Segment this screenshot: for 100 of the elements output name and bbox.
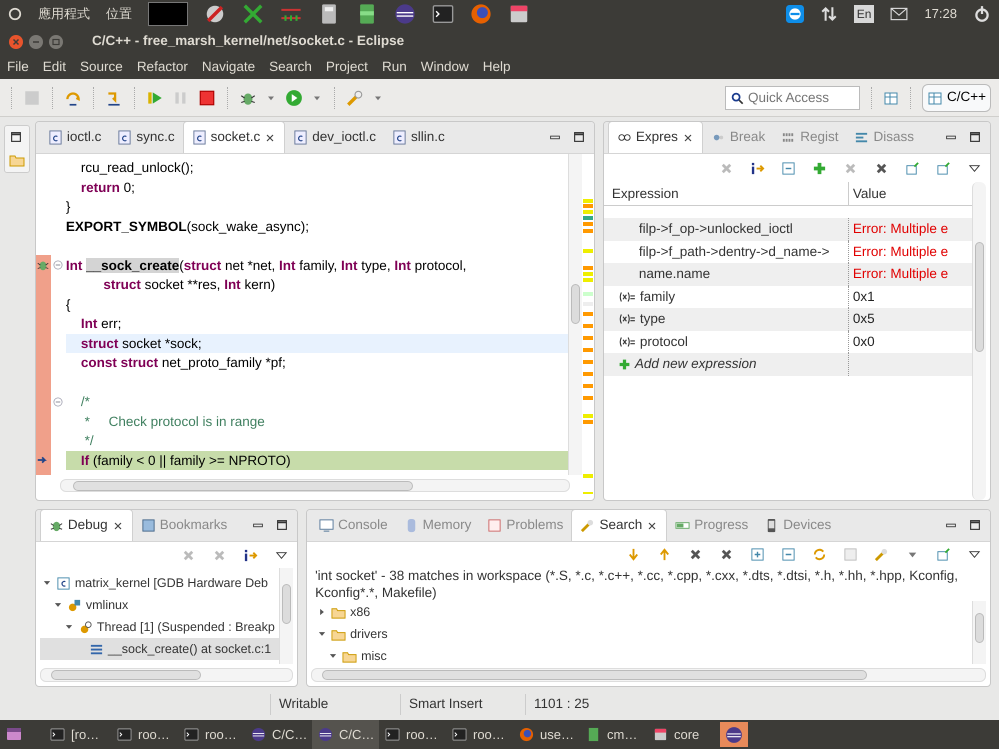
remove-icon[interactable] [688,547,703,562]
menu-item[interactable]: Run [374,56,414,78]
taskbar-button[interactable]: C/C… [245,720,312,749]
tree-item[interactable]: x86 [315,601,972,623]
maximize-icon[interactable] [968,518,982,532]
external-tools-icon[interactable] [346,88,364,106]
quick-access-field[interactable]: Quick Access [724,86,860,110]
menu-item[interactable]: Source [73,56,130,78]
tab[interactable]: Expres [608,122,703,153]
tab[interactable]: Debug [40,510,133,541]
tree-item[interactable]: drivers [315,623,972,645]
vertical-scrollbar[interactable] [568,154,582,475]
clock[interactable]: 17:28 [924,4,957,24]
menu-item[interactable]: Refactor [130,56,195,78]
keyboard-layout-indicator[interactable]: En [854,5,874,23]
menu-item[interactable]: Edit [36,56,74,78]
tab[interactable]: sllin.c [384,122,453,153]
menu-item[interactable]: Navigate [194,56,262,78]
network-icon[interactable] [820,5,838,23]
open-perspective-icon[interactable] [882,90,899,106]
files-icon[interactable] [508,3,530,25]
fold-icon[interactable] [52,259,64,272]
code-line: } [66,198,72,216]
close-icon[interactable] [682,132,694,144]
eclipse-launcher-button[interactable] [720,722,748,747]
pin-icon[interactable] [936,160,951,176]
add-icon[interactable] [812,160,827,176]
tree-item[interactable]: Thread [1] (Suspended : Breakp [40,616,280,638]
code-line: */ [84,432,95,450]
fold-icon[interactable] [52,396,64,408]
taskbar-button[interactable]: [ro… [44,720,111,749]
tab[interactable]: Search [571,510,668,541]
column-header[interactable]: Value [848,182,886,205]
tab[interactable]: dev_ioctl.c [285,122,384,153]
tab[interactable]: socket.c [182,122,286,153]
close-icon[interactable] [112,520,124,532]
horizontal-scrollbar[interactable] [60,478,570,492]
apps-menu[interactable]: 應用程式 [38,4,90,24]
maximize-icon[interactable] [572,130,586,144]
horizontal-scrollbar[interactable] [40,668,294,682]
restore-icon[interactable] [9,130,24,144]
vertical-scrollbar[interactable] [279,568,294,664]
taskbar-button[interactable]: use… [513,720,580,749]
pin-icon[interactable] [936,547,951,562]
tab[interactable]: ioctl.c [40,122,110,153]
mail-icon[interactable] [890,5,908,23]
stop-icon[interactable] [198,88,216,106]
maximize-icon[interactable] [968,130,982,144]
refresh-icon[interactable] [812,547,827,562]
taskbar-button[interactable]: roo… [446,720,513,749]
menu-item[interactable]: File [0,56,36,78]
menu-item[interactable]: Project [318,56,375,78]
horizontal-scrollbar[interactable] [311,668,986,682]
teamviewer-icon[interactable] [786,5,804,23]
new-window-icon[interactable] [905,160,920,176]
tools-icon[interactable] [242,3,264,25]
close-icon[interactable] [646,520,658,532]
menu-item[interactable]: Help [476,56,518,78]
taskbar-button[interactable]: roo… [111,720,178,749]
tab[interactable]: sync.c [109,122,183,153]
show-type-icon[interactable] [750,160,765,176]
menu-item[interactable]: Window [414,56,476,78]
close-icon[interactable] [264,132,276,144]
run-icon[interactable] [285,88,303,106]
vertical-scrollbar[interactable] [972,601,986,664]
eclipse-icon[interactable] [394,3,416,25]
status-field: 1101 : 25 [525,694,635,715]
tree-item[interactable]: vmlinux [40,594,280,616]
previous-match-icon[interactable] [657,547,672,562]
taskbar-button[interactable]: roo… [178,720,245,749]
tree-item[interactable]: misc [315,645,972,664]
firefox-icon[interactable] [470,3,492,25]
settings-icon[interactable] [204,3,226,25]
perspective-button[interactable]: C/C++ [922,84,991,112]
next-match-icon[interactable] [626,547,641,562]
taskbar-button[interactable]: roo… [379,720,446,749]
instruction-stepping-icon[interactable] [243,548,258,562]
places-menu[interactable]: 位置 [106,4,132,24]
column-header[interactable]: Expression [604,182,849,205]
remove-all-icon[interactable] [719,547,734,562]
vertical-scrollbar[interactable] [972,182,986,500]
collapse-icon[interactable] [781,160,796,176]
expand-all-icon[interactable] [750,547,765,562]
power-icon[interactable] [973,5,991,23]
taskbar-button[interactable]: core [647,720,714,749]
taskbar-button[interactable]: cm… [580,720,647,749]
tree-item[interactable]: matrix_kernel [GDB Hardware Deb [40,572,280,594]
code-line: Int __sock_create(struct net *net, Int family, Int type, Int protocol, [66,256,468,275]
ubuntu-logo-icon[interactable] [8,7,22,21]
menu-item[interactable]: Search [262,56,319,78]
maximize-icon[interactable] [275,518,290,532]
expression-name: name.name [638,265,710,283]
tree-item[interactable]: __sock_create() at socket.c:1 [40,638,280,660]
taskbar-button[interactable]: C/C… [312,720,379,749]
show-desktop-icon[interactable] [6,726,22,742]
tab-icon [580,518,596,533]
add-icon[interactable] [618,358,631,371]
search-history-icon[interactable] [874,547,889,562]
code-line: rcu_read_unlock(); [80,159,194,177]
terminal-icon[interactable] [432,3,454,25]
